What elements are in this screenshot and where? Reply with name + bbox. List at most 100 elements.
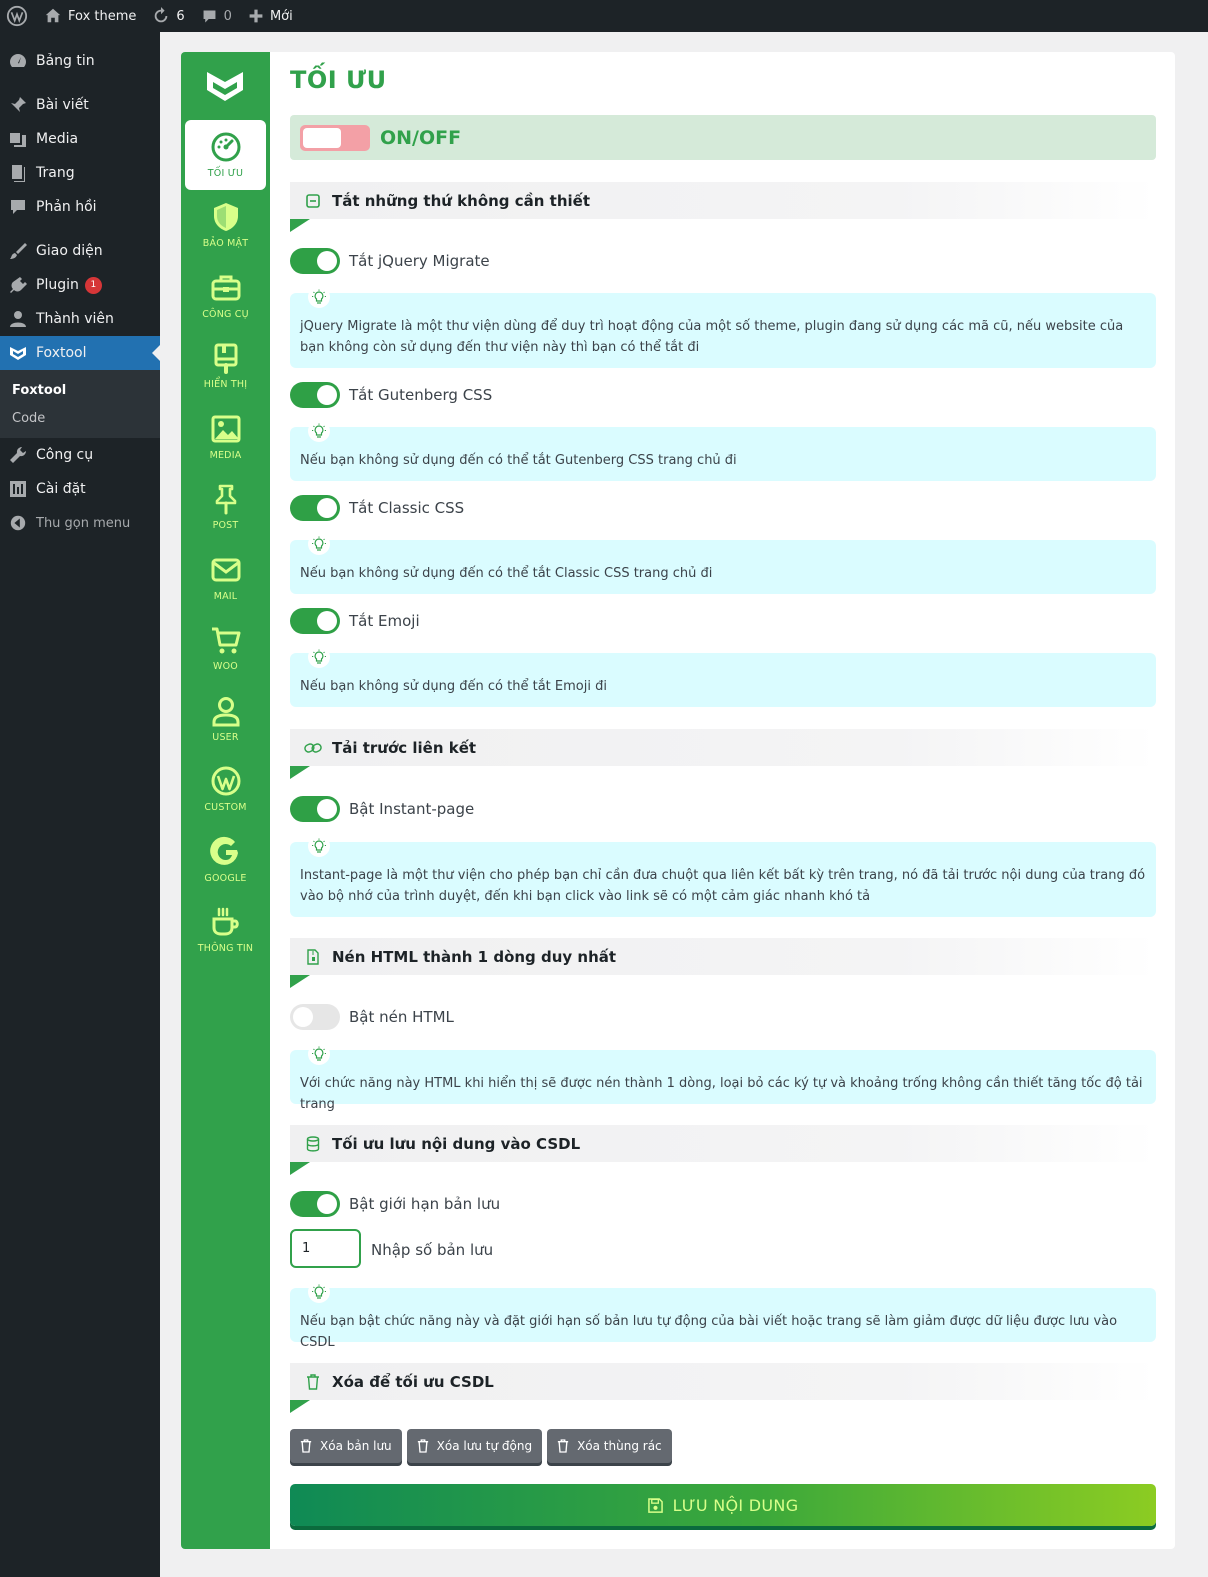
fnav-item-woo[interactable]: WOO <box>185 613 266 684</box>
section-header-db-cleanup: Xóa để tối ưu CSDL <box>290 1363 1156 1413</box>
toggle-jquery-migrate[interactable] <box>290 248 340 274</box>
fnav-label: USER <box>212 731 239 743</box>
section-header-db-revisions: Tối ưu lưu nội dung vào CSDL <box>290 1125 1156 1175</box>
button-label: Xóa bản lưu <box>320 1439 392 1453</box>
updates-link[interactable]: 6 <box>144 0 192 32</box>
dashboard-icon <box>8 51 28 71</box>
revision-count-input[interactable] <box>290 1229 361 1268</box>
site-name-link[interactable]: Fox theme <box>36 0 144 32</box>
wordpress-icon <box>211 766 240 796</box>
info-text: Nếu bạn không sử dụng đến có thể tắt Emo… <box>300 679 607 694</box>
menu-item-posts[interactable]: Bài viết <box>0 88 160 122</box>
menu-item-media[interactable]: Media <box>0 122 160 156</box>
toggle-label: Tắt Gutenberg CSS <box>349 386 493 404</box>
wordpress-logo-button[interactable] <box>0 0 36 32</box>
lightbulb-icon <box>308 420 330 442</box>
fnav-item-google[interactable]: GOOGLE <box>185 825 266 896</box>
toggle-classic-css[interactable] <box>290 495 340 521</box>
menu-item-plugins[interactable]: Plugin 1 <box>0 268 160 302</box>
master-toggle[interactable] <box>300 124 370 151</box>
cart-icon <box>211 627 240 654</box>
fnav-label: MEDIA <box>209 449 242 461</box>
fnav-label: CUSTOM <box>204 802 247 814</box>
toolbox-icon <box>211 275 240 301</box>
toggle-revision-limit[interactable] <box>290 1191 340 1217</box>
submenu-item-code[interactable]: Code <box>0 404 160 432</box>
fnav-item-custom[interactable]: CUSTOM <box>185 754 266 825</box>
info-box: jQuery Migrate là một thư viện dùng để d… <box>290 286 1156 368</box>
toggle-label: Bật giới hạn bản lưu <box>349 1195 501 1213</box>
fnav-item-post[interactable]: POST <box>185 472 266 543</box>
info-text: Nếu bạn không sử dụng đến có thể tắt Cla… <box>300 566 713 581</box>
cleanup-buttons: Xóa bản lưu Xóa lưu tự động Xóa thùng rá… <box>290 1429 677 1463</box>
menu-item-label: Thu gọn menu <box>36 515 131 531</box>
trash-icon <box>417 1439 428 1453</box>
submenu-item-foxtool[interactable]: Foxtool <box>0 376 160 404</box>
trash-icon <box>557 1439 569 1453</box>
comment-icon <box>8 197 28 217</box>
fnav-item-user[interactable]: USER <box>185 684 266 755</box>
fnav-item-toi-uu[interactable]: TỐI ƯU <box>185 120 266 190</box>
button-label: Xóa lưu tự động <box>436 1439 533 1453</box>
toggle-gutenberg-css[interactable] <box>290 382 340 408</box>
image-icon <box>211 415 240 443</box>
menu-item-comments[interactable]: Phản hồi <box>0 190 160 224</box>
lightbulb-icon <box>308 1043 330 1065</box>
settings-icon <box>8 479 28 499</box>
menu-item-appearance[interactable]: Giao diện <box>0 234 160 268</box>
info-box: Nếu bạn không sử dụng đến có thể tắt Gut… <box>290 420 1156 481</box>
fnav-label: POST <box>212 520 239 532</box>
section-header-prefetch: Tải trước liên kết <box>290 729 1156 779</box>
lightbulb-icon <box>308 286 330 308</box>
comments-count: 0 <box>223 8 232 24</box>
info-box: Instant-page là một thư viện cho phép bạ… <box>290 835 1156 917</box>
toggle-label: Bật nén HTML <box>349 1008 454 1026</box>
menu-item-users[interactable]: Thành viên <box>0 302 160 336</box>
lightbulb-icon <box>308 533 330 555</box>
menu-item-foxtool[interactable]: Foxtool <box>0 336 160 370</box>
trash-icon <box>300 1439 312 1453</box>
menu-item-tools[interactable]: Công cụ <box>0 438 160 472</box>
toggle-minify-html[interactable] <box>290 1004 340 1030</box>
delete-trash-button[interactable]: Xóa thùng rác <box>547 1429 672 1463</box>
media-icon <box>8 129 28 149</box>
toggle-row-jquery-migrate: Tắt jQuery Migrate <box>290 248 490 274</box>
brush-icon <box>8 241 28 261</box>
menu-item-settings[interactable]: Cài đặt <box>0 472 160 506</box>
pin-icon <box>8 95 28 115</box>
fnav-item-bao-mat[interactable]: BẢO MẬT <box>185 190 266 261</box>
pushpin-icon <box>215 484 236 515</box>
minus-square-icon <box>304 192 322 210</box>
fnav-item-mail[interactable]: MAIL <box>185 543 266 614</box>
wordpress-icon <box>6 5 28 27</box>
info-text: Nếu bạn bật chức năng này và đặt giới hạ… <box>300 1314 1118 1350</box>
display-icon <box>214 343 237 375</box>
menu-item-pages[interactable]: Trang <box>0 156 160 190</box>
new-content-link[interactable]: Mới <box>240 0 301 32</box>
foxtool-submenu: Foxtool Code <box>0 370 160 438</box>
fnav-item-media[interactable]: MEDIA <box>185 402 266 473</box>
toggle-emoji[interactable] <box>290 608 340 634</box>
save-content-button[interactable]: LƯU NỘI DUNG <box>290 1484 1156 1526</box>
menu-item-dashboard[interactable]: Bảng tin <box>0 44 160 78</box>
section-title: Tắt những thứ không cần thiết <box>332 191 591 210</box>
fnav-item-cong-cu[interactable]: CÔNG CỤ <box>185 261 266 332</box>
foxtool-panel: TỐI ƯU BẢO MẬT CÔNG CỤ HIỂN THỊ MEDIA PO… <box>181 52 1175 1549</box>
save-label: LƯU NỘI DUNG <box>672 1495 799 1515</box>
updates-count: 6 <box>176 8 185 24</box>
info-text: Với chức năng này HTML khi hiển thị sẽ đ… <box>300 1076 1143 1112</box>
fnav-item-thong-tin[interactable]: THÔNG TIN <box>185 895 266 966</box>
fnav-label: HIỂN THỊ <box>203 379 248 391</box>
section-title: Tải trước liên kết <box>332 738 477 757</box>
comments-link[interactable]: 0 <box>193 0 240 32</box>
section-title: Xóa để tối ưu CSDL <box>332 1372 494 1391</box>
link-icon <box>304 739 322 757</box>
delete-autosave-button[interactable]: Xóa lưu tự động <box>406 1429 543 1463</box>
fnav-item-hien-thi[interactable]: HIỂN THỊ <box>185 331 266 402</box>
collapse-menu-button[interactable]: Thu gọn menu <box>0 506 160 540</box>
refresh-icon <box>155 7 168 23</box>
delete-revisions-button[interactable]: Xóa bản lưu <box>290 1429 402 1463</box>
toggle-label: Bật Instant-page <box>349 800 475 818</box>
fnav-label: CÔNG CỤ <box>202 308 249 320</box>
toggle-instant-page[interactable] <box>290 796 340 822</box>
